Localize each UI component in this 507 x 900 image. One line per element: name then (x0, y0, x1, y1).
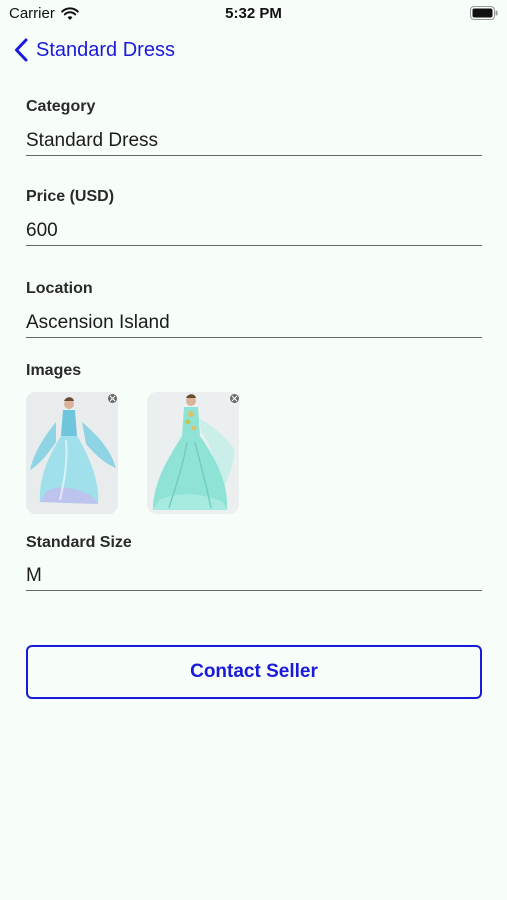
price-field[interactable]: 600 (26, 219, 482, 246)
images-label: Images (26, 362, 82, 379)
size-label: Standard Size (26, 534, 132, 551)
size-field[interactable]: M (26, 564, 482, 591)
price-label: Price (USD) (26, 188, 115, 205)
dress-image-1[interactable] (26, 392, 118, 514)
category-field[interactable]: Standard Dress (26, 129, 482, 156)
remove-image-2-icon[interactable] (230, 394, 239, 403)
nav-title[interactable]: Standard Dress (36, 39, 175, 62)
remove-image-1-icon[interactable] (108, 394, 117, 403)
dress-image-2[interactable] (147, 392, 239, 514)
back-button[interactable]: Standard Dress (14, 38, 175, 62)
clock: 5:32 PM (225, 5, 282, 22)
location-field[interactable]: Ascension Island (26, 311, 482, 338)
chevron-left-icon[interactable] (14, 38, 28, 62)
category-label: Category (26, 98, 96, 115)
battery-icon (470, 6, 498, 20)
contact-seller-button[interactable]: Contact Seller (26, 645, 482, 699)
location-label: Location (26, 280, 93, 297)
status-bar: Carrier 5:32 PM (0, 0, 507, 28)
